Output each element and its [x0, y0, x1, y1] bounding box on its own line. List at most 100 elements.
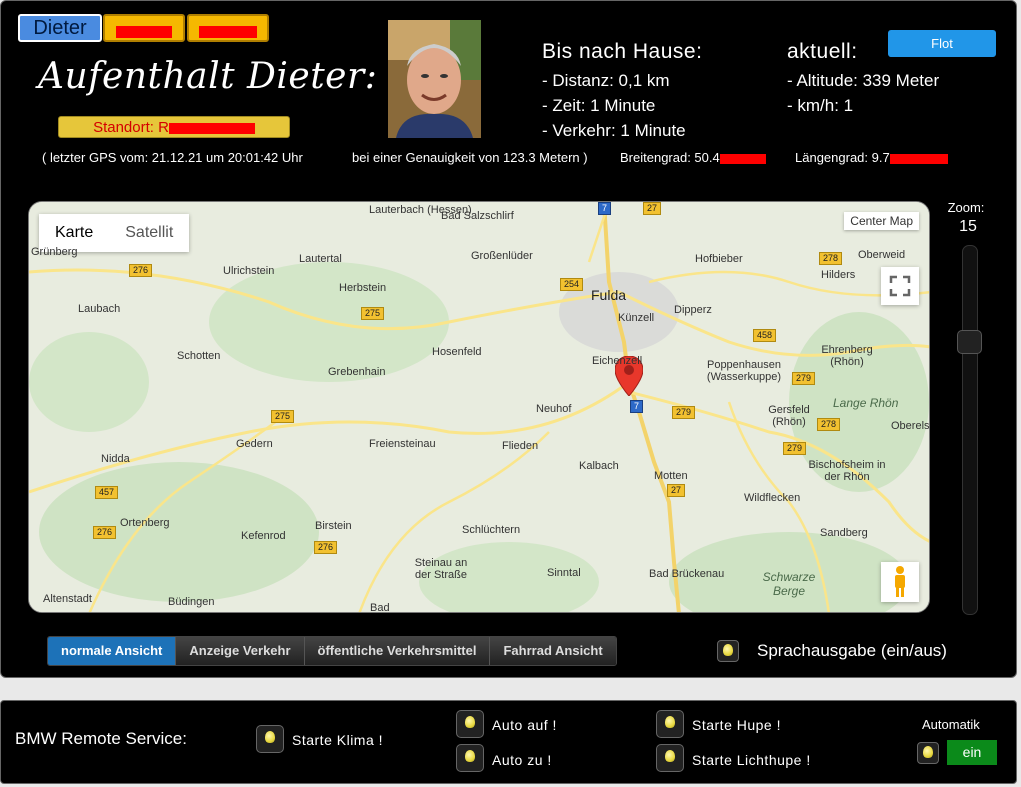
place-label: Ehrenberg (Rhön) — [821, 344, 873, 368]
place-label: Lautertal — [299, 253, 342, 265]
place-label: Sandberg — [820, 527, 868, 539]
map-type-satellit[interactable]: Satellit — [109, 214, 189, 252]
place-label: Gedern — [236, 438, 273, 450]
redacted-latitude — [719, 153, 766, 164]
auto-zu-bulb-icon[interactable] — [456, 744, 484, 772]
place-label: Bad Brückenau — [649, 568, 725, 580]
road-shield: 254 — [560, 278, 584, 291]
road-shield: 279 — [672, 406, 696, 419]
hupe-label[interactable]: Starte Hupe ! — [692, 717, 781, 733]
lichthupe-label[interactable]: Starte Lichthupe ! — [692, 752, 811, 768]
road-shield: 279 — [783, 442, 807, 455]
redacted-name — [116, 26, 172, 39]
motorway-shield: 7 — [598, 202, 612, 215]
place-label: Wildflecken — [744, 492, 801, 504]
redacted-location — [168, 122, 255, 134]
place-label: Steinau an der Straße — [414, 557, 468, 581]
road-shield: 275 — [271, 410, 295, 423]
flot-button[interactable]: Flot — [888, 30, 996, 57]
place-label: Laubach — [78, 303, 121, 315]
motorway-shield: 7 — [630, 400, 644, 413]
current-speed: - km/h: 1 — [787, 96, 854, 115]
road-shield: 27 — [667, 484, 686, 497]
pegman-icon — [895, 566, 905, 597]
tab-person-3[interactable] — [187, 14, 269, 42]
place-label: Birstein — [315, 520, 352, 532]
lichthupe-bulb-icon[interactable] — [656, 744, 684, 772]
place-label: Bischofsheim in der Rhön — [808, 459, 886, 483]
road-shield: 279 — [792, 372, 816, 385]
place-label: Schlüchtern — [462, 524, 521, 536]
place-label: Oberelsbach — [891, 420, 930, 432]
place-label: Neuhof — [536, 403, 572, 415]
fullscreen-button[interactable] — [881, 267, 919, 305]
map-view[interactable]: Karte Satellit Center Map Lauterbach (He… — [28, 201, 930, 613]
view-normal-button[interactable]: normale Ansicht — [48, 637, 177, 665]
place-label: Hofbieber — [695, 253, 743, 265]
standort-badge: Standort: R — [58, 116, 290, 138]
place-label: Grünberg — [31, 246, 78, 258]
road-shield: 276 — [93, 526, 117, 539]
place-label: Künzell — [618, 312, 655, 324]
place-label: Schotten — [177, 350, 221, 362]
view-bicycle-button[interactable]: Fahrrad Ansicht — [490, 637, 616, 665]
place-label: Eichenzell — [592, 355, 643, 367]
standort-label: Standort: R — [93, 119, 169, 136]
auto-auf-bulb-icon[interactable] — [456, 710, 484, 738]
place-label: Sinntal — [547, 567, 581, 579]
redacted-name — [199, 26, 257, 39]
place-label: Nidda — [101, 453, 130, 465]
zoom-slider-handle[interactable] — [957, 330, 982, 354]
road-shield: 278 — [817, 418, 841, 431]
place-label: Ulrichstein — [223, 265, 275, 277]
automatik-label: Automatik — [922, 717, 980, 732]
place-label: Poppenhausen (Wasserkuppe) — [706, 359, 782, 383]
longitude-label: Längengrad: 9.7 — [795, 150, 890, 165]
region-label: Lange Rhön — [833, 396, 899, 410]
klima-label[interactable]: Starte Klima ! — [292, 732, 383, 748]
place-label: Hilders — [821, 269, 856, 281]
place-label: Gersfeld (Rhön) — [768, 404, 810, 428]
home-time: - Zeit: 1 Minute — [542, 96, 656, 115]
redacted-longitude — [889, 153, 948, 164]
automatik-bulb-icon[interactable] — [917, 742, 939, 764]
road-shield: 458 — [753, 329, 777, 342]
center-map-button[interactable]: Center Map — [844, 212, 919, 230]
road-shield: 27 — [643, 202, 662, 215]
tab-dieter[interactable]: Dieter — [18, 14, 102, 42]
gps-longitude: Längengrad: 9.7 — [795, 150, 948, 165]
map-view-toggle: normale Ansicht Anzeige Verkehr öffentli… — [47, 636, 617, 666]
klima-bulb-icon[interactable] — [256, 725, 284, 753]
home-traffic: - Verkehr: 1 Minute — [542, 121, 686, 140]
zoom-slider-track[interactable] — [962, 245, 978, 615]
home-heading: Bis nach Hause: — [542, 40, 703, 63]
place-label: Büdingen — [168, 596, 215, 608]
hupe-bulb-icon[interactable] — [656, 710, 684, 738]
zoom-label: Zoom: — [947, 200, 985, 215]
speech-toggle-icon[interactable] — [717, 640, 739, 662]
auto-auf-label[interactable]: Auto auf ! — [492, 717, 557, 733]
place-label-city: Fulda — [591, 287, 627, 303]
road-shield: 275 — [361, 307, 385, 320]
place-label: Freiensteinau — [369, 438, 436, 450]
fullscreen-icon — [889, 275, 911, 297]
place-label: Kefenrod — [241, 530, 286, 542]
page-title: Aufenthalt Dieter: — [38, 56, 378, 97]
place-label: Bad Salzschlirf — [441, 210, 514, 222]
view-traffic-button[interactable]: Anzeige Verkehr — [176, 637, 305, 665]
place-label: Flieden — [502, 440, 539, 452]
place-label: Oberweid — [858, 249, 906, 261]
road-shield: 278 — [819, 252, 843, 265]
bmw-heading: BMW Remote Service: — [15, 729, 187, 748]
gps-latitude: Breitengrad: 50.4 — [620, 150, 766, 165]
region-label: Schwarze Berge — [762, 570, 816, 598]
zoom-value: 15 — [959, 218, 977, 235]
auto-zu-label[interactable]: Auto zu ! — [492, 752, 552, 768]
view-transit-button[interactable]: öffentliche Verkehrsmittel — [304, 637, 491, 665]
avatar — [388, 20, 481, 138]
place-label: Ortenberg — [120, 517, 170, 529]
street-view-pegman[interactable] — [881, 562, 919, 602]
road-shield: 457 — [95, 486, 119, 499]
automatik-ein-button[interactable]: ein — [947, 740, 997, 765]
tab-person-2[interactable] — [103, 14, 185, 42]
